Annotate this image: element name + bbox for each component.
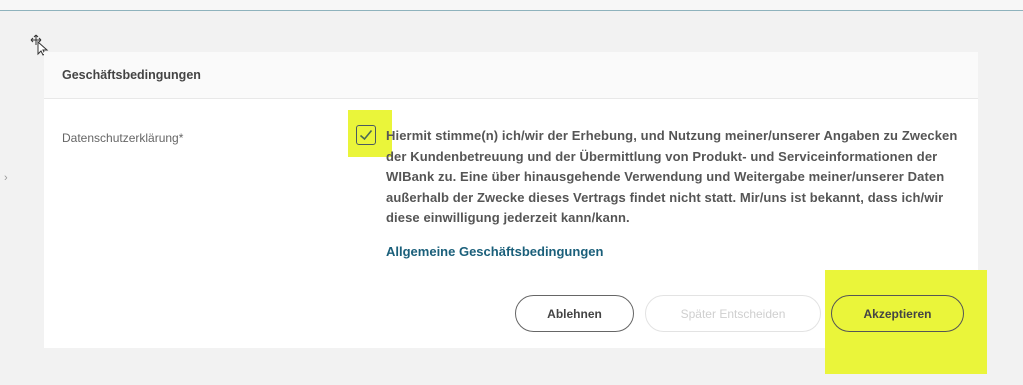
decline-button[interactable]: Ablehnen	[515, 295, 634, 332]
privacy-field-label: Datenschutzerklärung*	[62, 131, 184, 145]
top-band	[0, 0, 1023, 10]
terms-link[interactable]: Allgemeine Geschäftsbedingungen	[386, 244, 603, 259]
panel-title: Geschäftsbedingungen	[62, 68, 201, 82]
accept-button[interactable]: Akzeptieren	[831, 295, 964, 332]
decide-later-button[interactable]: Später Entscheiden	[645, 295, 821, 332]
consent-checkbox[interactable]	[356, 125, 376, 145]
checkmark-icon	[359, 129, 373, 141]
left-edge-mark: ›	[4, 172, 8, 184]
top-divider	[0, 10, 1023, 11]
panel-header: Geschäftsbedingungen	[44, 52, 978, 99]
terms-panel: Geschäftsbedingungen Datenschutzerklärun…	[44, 52, 987, 374]
consent-text: Hiermit stimme(n) ich/wir der Erhebung, …	[386, 128, 958, 226]
